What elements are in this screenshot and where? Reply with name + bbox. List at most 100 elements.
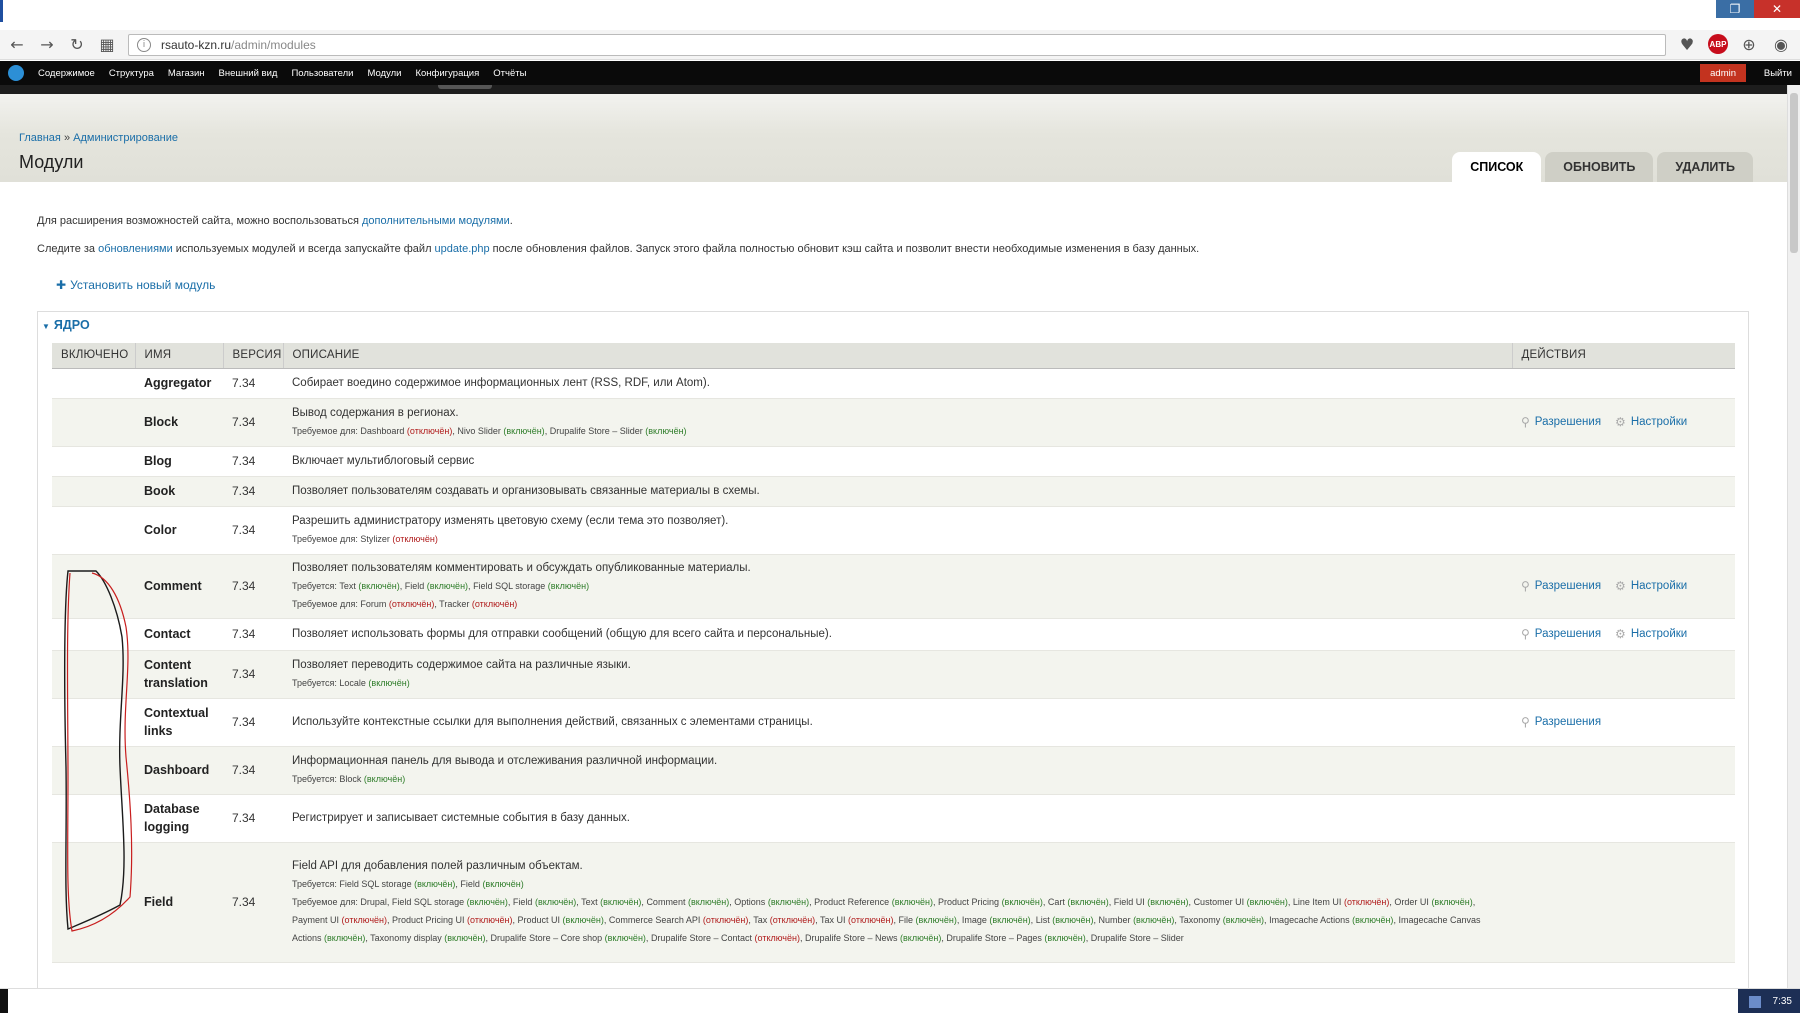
module-name: Comment: [135, 554, 223, 619]
restore-window-button[interactable]: ❐: [1716, 0, 1754, 18]
scrollbar-thumb[interactable]: [1790, 93, 1798, 253]
shortcut-toggle[interactable]: [438, 85, 492, 89]
description-text: Позволяет пользователям создавать и орга…: [292, 485, 760, 497]
permissions-link[interactable]: ⚲ Разрешения: [1521, 627, 1601, 641]
module-name: Database logging: [135, 794, 223, 843]
module-actions: [1512, 476, 1735, 507]
dependency-enabled-status: (включён): [1133, 915, 1175, 925]
tab-list[interactable]: СПИСОК: [1452, 152, 1542, 182]
reload-icon[interactable]: ↻: [64, 32, 90, 58]
settings-label: Настройки: [1630, 580, 1688, 592]
dependency-enabled-status: (включён): [687, 897, 730, 907]
permissions-link[interactable]: ⚲ Разрешения: [1521, 415, 1601, 429]
adblock-icon[interactable]: ABP: [1708, 34, 1728, 54]
dependency-name: Field: [460, 879, 480, 889]
permissions-label: Разрешения: [1534, 416, 1602, 428]
module-actions: [1512, 746, 1735, 795]
extra-modules-link[interactable]: дополнительными модулями: [362, 215, 510, 227]
install-module-link[interactable]: ✚ Установить новый модуль: [56, 278, 215, 292]
column-header-name[interactable]: ИМЯ: [135, 343, 224, 369]
module-description: Позволяет пользователям комментировать и…: [283, 554, 1512, 619]
dependency-enabled-status: (включён): [1431, 897, 1473, 907]
module-description: Регистрирует и записывает системные собы…: [283, 794, 1512, 843]
core-fieldset-legend[interactable]: ▼ ЯДРО: [42, 318, 90, 332]
admin-menu-people[interactable]: Пользователи: [291, 68, 353, 79]
apps-grid-icon[interactable]: ▦: [94, 32, 120, 58]
dependency-name: Field SQL storage: [339, 879, 412, 889]
settings-link[interactable]: ⚙ Настройки: [1615, 415, 1687, 429]
column-header-actions[interactable]: ДЕЙСТВИЯ: [1512, 343, 1735, 369]
admin-menu-structure[interactable]: Структура: [109, 68, 154, 79]
permissions-link[interactable]: ⚲ Разрешения: [1521, 715, 1601, 729]
dependency-name: File: [898, 915, 914, 925]
admin-menu-modules[interactable]: Модули: [367, 68, 401, 79]
settings-link[interactable]: ⚙ Настройки: [1615, 627, 1687, 641]
dependency-name: Field: [512, 897, 533, 907]
module-description: Позволяет пользователям создавать и орга…: [283, 476, 1512, 507]
admin-menu-appearance[interactable]: Внешний вид: [219, 68, 278, 79]
back-icon[interactable]: ←: [4, 32, 30, 58]
module-name: Content translation: [135, 650, 223, 699]
module-version: 7.34: [223, 368, 283, 399]
dependency-enabled-status: (включён): [1246, 897, 1288, 907]
enabled-cell: [52, 476, 135, 507]
dependency-name: Drupalife Store – Pages: [946, 933, 1042, 943]
table-row: Content translation 7.34 Позволяет перевод…: [52, 650, 1735, 699]
home-icon[interactable]: [8, 65, 24, 81]
module-actions: [1512, 506, 1735, 555]
admin-menu-content[interactable]: Содержимое: [38, 68, 95, 79]
intro-paragraph-1: Для расширения возможностей сайта, можно…: [37, 215, 513, 227]
forward-icon[interactable]: →: [34, 32, 60, 58]
module-actions: [1512, 842, 1735, 963]
close-window-button[interactable]: ✕: [1754, 0, 1800, 18]
admin-menu-configuration[interactable]: Конфигурация: [415, 68, 479, 79]
permissions-link[interactable]: ⚲ Разрешения: [1521, 579, 1601, 593]
module-description: Включает мультиблоговый сервис: [283, 446, 1512, 477]
admin-user-link[interactable]: admin: [1700, 64, 1746, 82]
page-scrollbar[interactable]: [1787, 85, 1800, 988]
update-php-link[interactable]: update.php: [435, 243, 490, 255]
breadcrumb-home[interactable]: Главная: [19, 132, 61, 144]
tray-icon[interactable]: [1748, 995, 1761, 1008]
dependency-name: Product Reference: [814, 897, 890, 907]
permissions-label: Разрешения: [1534, 716, 1602, 728]
module-actions: ⚲ Разрешения ⚙ Настройки: [1512, 618, 1735, 651]
dependency-name: Tax: [753, 915, 768, 925]
gear-icon: ⚙: [1615, 627, 1626, 641]
description-text: Информационная панель для вывода и отсле…: [292, 755, 718, 767]
logout-link[interactable]: Выйти: [1764, 64, 1792, 82]
dependency-disabled-status: (отключён): [1343, 897, 1390, 907]
admin-menu-reports[interactable]: Отчёты: [493, 68, 526, 79]
module-actions: [1512, 368, 1735, 399]
module-version: 7.34: [223, 398, 283, 447]
module-version: 7.34: [223, 650, 283, 699]
tab-update[interactable]: ОБНОВИТЬ: [1545, 152, 1654, 182]
dependency-enabled-status: (включён): [466, 897, 508, 907]
heart-icon[interactable]: ♥: [1676, 33, 1698, 55]
dependency-enabled-status: (включён): [645, 426, 687, 436]
column-header-version[interactable]: ВЕРСИЯ: [223, 343, 284, 369]
main-content: Для расширения возможностей сайта, можно…: [0, 182, 1787, 988]
column-header-description[interactable]: ОПИСАНИЕ: [283, 343, 1513, 369]
breadcrumb-admin[interactable]: Администрирование: [73, 132, 178, 144]
settings-link[interactable]: ⚙ Настройки: [1615, 579, 1687, 593]
dependency-enabled-status: (включён): [534, 897, 577, 907]
shortcut-bar: [0, 85, 1800, 94]
dependency-enabled-status: (включён): [600, 897, 642, 907]
enabled-cell: [52, 446, 135, 477]
profile-icon[interactable]: ◉: [1770, 33, 1792, 55]
download-icon[interactable]: ⊕: [1738, 33, 1760, 55]
site-info-icon[interactable]: i: [137, 38, 151, 52]
admin-menu-store[interactable]: Магазин: [168, 68, 205, 79]
start-button[interactable]: [0, 989, 8, 1013]
column-header-enabled[interactable]: ВКЛЮЧЕНО: [52, 343, 136, 369]
tab-uninstall[interactable]: УДАЛИТЬ: [1657, 152, 1753, 182]
module-version: 7.34: [223, 554, 283, 619]
updates-link[interactable]: обновлениями: [98, 243, 173, 255]
collapse-triangle-icon: ▼: [42, 322, 50, 331]
module-version: 7.34: [223, 746, 283, 795]
table-row: Contextual links 7.34 Используйте контекст…: [52, 698, 1735, 747]
module-name: Book: [135, 476, 223, 507]
address-bar[interactable]: i rsauto-kzn.ru/admin/modules: [128, 34, 1666, 56]
dependency-name: Text: [581, 897, 598, 907]
